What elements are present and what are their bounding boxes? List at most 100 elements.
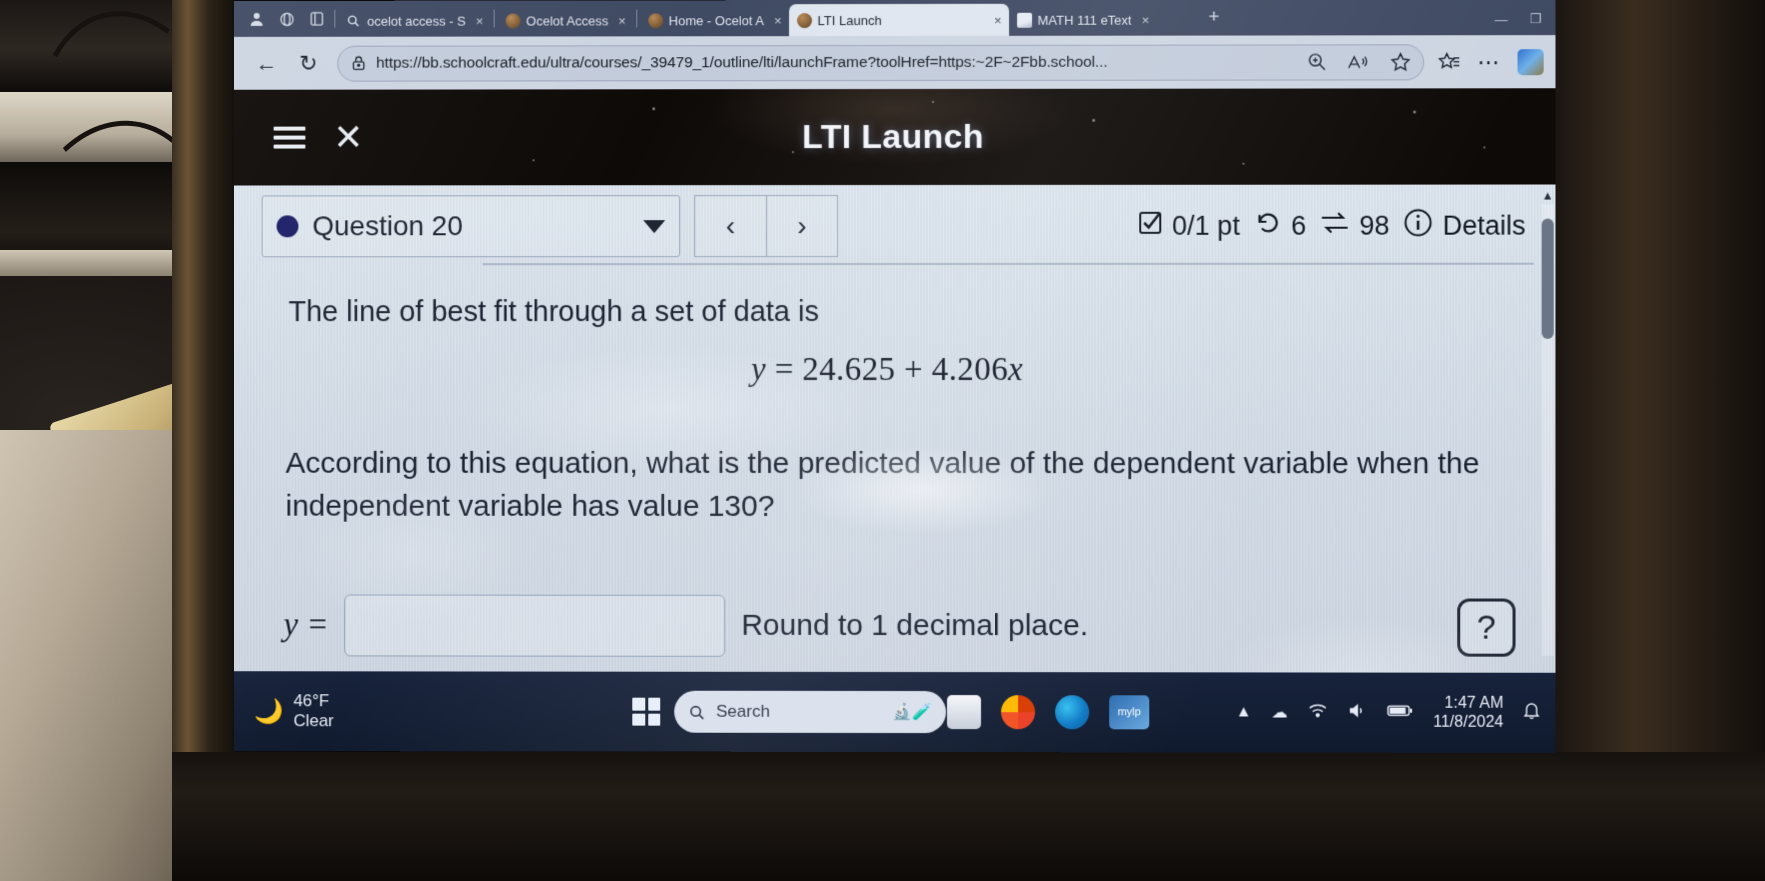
star-icon[interactable] bbox=[1390, 51, 1411, 72]
battery-icon[interactable] bbox=[1387, 703, 1413, 722]
new-tab-button[interactable]: + bbox=[1199, 2, 1229, 32]
details-group[interactable]: Details bbox=[1403, 207, 1526, 244]
browser-tab-active-lti-launch[interactable]: LTI Launch × bbox=[788, 3, 1009, 37]
retry-icon bbox=[1254, 209, 1282, 242]
collections-icon[interactable] bbox=[1438, 51, 1461, 73]
equation-variable: x bbox=[1008, 352, 1024, 389]
quiz-content-area: Question 20 ‹ › 0/1 pt 6 98 Details The … bbox=[233, 184, 1556, 673]
question-prompt-line2: According to this equation, what is the … bbox=[285, 446, 1480, 523]
weather-text: 46°F Clear bbox=[293, 692, 333, 731]
scrollbar-thumb[interactable] bbox=[1541, 218, 1554, 339]
search-input[interactable]: Search 🔬🧪 bbox=[674, 690, 947, 734]
question-selector[interactable]: Question 20 bbox=[261, 195, 681, 258]
equation-plus: + bbox=[904, 352, 924, 389]
ellipsis-icon[interactable]: ⋯ bbox=[1477, 49, 1501, 75]
onedrive-icon[interactable]: ☁ bbox=[1272, 702, 1288, 722]
profile-avatar-icon[interactable] bbox=[242, 4, 272, 34]
ocelot-icon bbox=[505, 13, 521, 29]
bell-icon[interactable] bbox=[1524, 701, 1540, 724]
laptop-bezel-right bbox=[1548, 0, 1765, 881]
taskbar-app-icons: mylp bbox=[947, 695, 1150, 730]
shuffle-count: 98 bbox=[1359, 210, 1390, 241]
ocelot-icon bbox=[796, 12, 812, 28]
tab-close-icon[interactable]: × bbox=[1138, 12, 1150, 27]
taskbar-clock[interactable]: 1:47 AM 11/8/2024 bbox=[1433, 694, 1503, 733]
window-minimize-button[interactable]: — bbox=[1495, 12, 1508, 27]
answer-row: y = Round to 1 decimal place. bbox=[283, 594, 1088, 657]
lti-launch-header: ✕ LTI Launch bbox=[233, 88, 1556, 186]
tab-divider bbox=[635, 9, 637, 28]
volume-icon[interactable] bbox=[1348, 702, 1367, 723]
attempts-group[interactable]: 6 bbox=[1254, 209, 1306, 242]
workspaces-icon[interactable] bbox=[272, 4, 302, 34]
prompt-text: The line of best fit through a set of da… bbox=[288, 296, 820, 329]
vertical-tabs-icon[interactable] bbox=[301, 4, 331, 34]
search-placeholder: Search bbox=[716, 701, 770, 721]
tab-divider bbox=[493, 9, 495, 28]
question-meta: 0/1 pt 6 98 Details bbox=[1137, 195, 1532, 257]
browser-tab-3[interactable]: Home - Ocelot A × bbox=[640, 4, 789, 36]
question-nav-buttons: ‹ › bbox=[694, 195, 839, 258]
question-toolbar: Question 20 ‹ › 0/1 pt 6 98 Details bbox=[261, 195, 1532, 258]
question-status-dot bbox=[276, 215, 299, 238]
question-selector-label: Question 20 bbox=[312, 210, 463, 242]
browser-toolbar-actions: ⋯ bbox=[1424, 48, 1544, 75]
next-question-button[interactable]: › bbox=[766, 195, 839, 258]
browser-tab-2[interactable]: Ocelot Access × bbox=[497, 4, 633, 36]
document-icon bbox=[1016, 12, 1032, 28]
office-icon[interactable] bbox=[1001, 695, 1036, 730]
windows-taskbar: 🌙 46°F Clear Search 🔬🧪 mylp ▲ ☁ 1:47 AM … bbox=[233, 671, 1556, 754]
weather-widget[interactable]: 🌙 46°F Clear bbox=[254, 692, 334, 731]
equation-intercept: 24.625 bbox=[802, 352, 896, 389]
clock-date: 11/8/2024 bbox=[1433, 713, 1504, 731]
tab-close-icon[interactable]: × bbox=[990, 12, 1002, 27]
attempts-value: 6 bbox=[1291, 210, 1307, 241]
microsoft-edge-icon[interactable] bbox=[1055, 695, 1090, 730]
file-explorer-icon[interactable] bbox=[947, 695, 982, 730]
ocelot-icon bbox=[647, 12, 663, 28]
window-maximize-button[interactable]: ❐ bbox=[1530, 11, 1542, 27]
laptop-bezel-left bbox=[172, 0, 234, 881]
reload-button[interactable]: ↻ bbox=[288, 42, 330, 84]
tab-close-icon[interactable]: × bbox=[614, 13, 626, 28]
equation-slope: 4.206 bbox=[931, 352, 1009, 389]
best-fit-equation: y = 24.625 + 4.206x bbox=[289, 348, 1489, 393]
chevron-up-icon[interactable]: ▲ bbox=[1236, 703, 1252, 721]
page-title: LTI Launch bbox=[802, 117, 984, 156]
search-icon bbox=[688, 703, 705, 720]
windows-start-icon[interactable] bbox=[632, 697, 661, 726]
back-button[interactable]: ← bbox=[246, 42, 288, 84]
window-controls: — ❐ bbox=[1495, 11, 1556, 35]
question-mark-icon[interactable]: ? bbox=[1457, 598, 1516, 657]
previous-question-button[interactable]: ‹ bbox=[694, 195, 767, 258]
url-text: https://bb.schoolcraft.edu/ultra/courses… bbox=[376, 53, 1108, 72]
points-value: 0/1 pt bbox=[1172, 210, 1240, 241]
url-input[interactable]: https://bb.schoolcraft.edu/ultra/courses… bbox=[337, 43, 1425, 82]
temperature: 46°F bbox=[293, 691, 330, 711]
read-aloud-icon[interactable] bbox=[1347, 52, 1369, 72]
answer-label: y = bbox=[283, 606, 329, 643]
zoom-in-icon[interactable] bbox=[1307, 51, 1328, 72]
new-tab-label: + bbox=[1208, 6, 1220, 28]
shuffle-group[interactable]: 98 bbox=[1320, 209, 1389, 242]
browser-tab-1[interactable]: ocelot access - S × bbox=[338, 5, 490, 37]
laptop-screen: ocelot access - S × Ocelot Access × Home… bbox=[233, 0, 1556, 754]
mylp-icon[interactable]: mylp bbox=[1109, 695, 1150, 730]
system-tray: ▲ ☁ 1:47 AM 11/8/2024 bbox=[1236, 693, 1540, 732]
answer-input[interactable] bbox=[344, 594, 726, 657]
science-emoji: 🔬🧪 bbox=[892, 703, 933, 722]
tab-label: LTI Launch bbox=[817, 12, 882, 28]
laptop-base bbox=[172, 752, 1765, 881]
profile-avatar[interactable] bbox=[1517, 48, 1544, 75]
tab-label: Home - Ocelot A bbox=[668, 12, 765, 28]
shuffle-icon bbox=[1320, 209, 1350, 242]
tab-close-icon[interactable]: × bbox=[472, 13, 484, 28]
chevron-down-icon bbox=[643, 219, 666, 233]
wifi-icon[interactable] bbox=[1308, 702, 1328, 723]
equation-equals: = bbox=[774, 352, 794, 389]
scroll-up-arrow-icon[interactable]: ▲ bbox=[1541, 189, 1555, 203]
tab-divider bbox=[334, 9, 336, 28]
tab-close-icon[interactable]: × bbox=[770, 13, 782, 28]
browser-tab-5[interactable]: MATH 111 eText × bbox=[1009, 4, 1199, 36]
tab-label: Ocelot Access bbox=[526, 12, 609, 29]
